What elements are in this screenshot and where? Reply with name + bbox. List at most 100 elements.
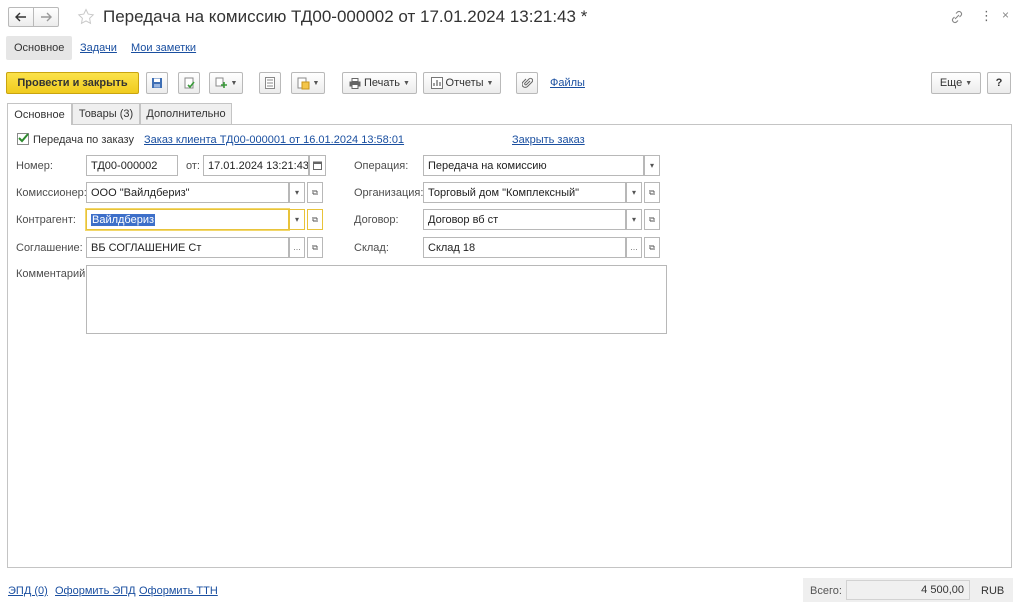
open-icon: ⧉ bbox=[649, 214, 655, 224]
organization-value: Торговый дом "Комплексный" bbox=[428, 186, 580, 199]
contract-value: Договор вб ст bbox=[428, 213, 499, 226]
commissioner-dropdown-button[interactable]: ▾ bbox=[289, 182, 305, 203]
help-button[interactable]: ? bbox=[987, 72, 1011, 94]
contract-dropdown-button[interactable]: ▾ bbox=[626, 209, 642, 230]
number-field[interactable]: ТД00-000002 bbox=[86, 155, 178, 176]
order-checkbox-label: Передача по заказу bbox=[33, 134, 134, 146]
organization-open-button[interactable]: ⧉ bbox=[644, 182, 660, 203]
nav-item-main-label: Основное bbox=[14, 42, 65, 54]
date-label: от: bbox=[186, 160, 200, 172]
star-icon[interactable] bbox=[77, 8, 95, 26]
commissioner-field[interactable]: ООО "Вайлдбериз" bbox=[86, 182, 289, 203]
help-label: ? bbox=[995, 77, 1003, 89]
operation-select[interactable]: Передача на комиссию bbox=[423, 155, 644, 176]
order-checkbox[interactable] bbox=[17, 133, 29, 145]
counterparty-value: Вайлдбериз bbox=[91, 213, 156, 226]
chevron-down-icon: ▼ bbox=[230, 79, 238, 87]
toolbar: Провести и закрыть ▼ ▼ Печать ▼ Отчеты ▼… bbox=[0, 72, 1024, 96]
structure-button[interactable] bbox=[259, 72, 281, 94]
calendar-icon bbox=[313, 161, 322, 170]
create-ttn-link[interactable]: Оформить ТТН bbox=[139, 585, 218, 597]
total-value: 4 500,00 bbox=[921, 584, 964, 596]
print-button[interactable]: Печать ▼ bbox=[342, 72, 417, 94]
close-order-link[interactable]: Закрыть заказ bbox=[512, 134, 585, 146]
currency-label: RUB bbox=[981, 585, 1005, 597]
post-doc-icon bbox=[184, 77, 195, 88]
number-label: Номер: bbox=[16, 160, 53, 172]
files-link[interactable]: Файлы bbox=[550, 77, 585, 89]
epd-link[interactable]: ЭПД (0) bbox=[8, 585, 48, 597]
chevron-down-icon: ▾ bbox=[649, 161, 654, 170]
calendar-button[interactable] bbox=[309, 155, 326, 176]
link-icon[interactable] bbox=[950, 10, 964, 24]
chevron-down-icon: ▼ bbox=[486, 79, 494, 87]
nav-item-tasks[interactable]: Задачи bbox=[80, 42, 117, 54]
tab-additional-label: Дополнительно bbox=[146, 108, 226, 120]
tab-main[interactable]: Основное bbox=[7, 103, 72, 125]
agreement-open-button[interactable]: ⧉ bbox=[307, 237, 323, 258]
open-icon: ⧉ bbox=[312, 242, 318, 252]
chevron-down-icon: ▼ bbox=[312, 79, 320, 87]
warehouse-field[interactable]: Склад 18 bbox=[423, 237, 626, 258]
post-button[interactable] bbox=[178, 72, 200, 94]
back-button[interactable] bbox=[8, 7, 34, 27]
attach-button[interactable] bbox=[516, 72, 538, 94]
create-epd-link[interactable]: Оформить ЭПД bbox=[55, 585, 136, 597]
organization-field[interactable]: Торговый дом "Комплексный" bbox=[423, 182, 626, 203]
date-value: 17.01.2024 13:21:43 bbox=[208, 159, 309, 172]
open-icon: ⧉ bbox=[312, 187, 318, 197]
list-icon bbox=[265, 77, 275, 89]
organization-dropdown-button[interactable]: ▾ bbox=[626, 182, 642, 203]
agreement-value: ВБ СОГЛАШЕНИЕ Ст bbox=[91, 241, 202, 254]
ellipsis-icon: … bbox=[630, 243, 638, 252]
reports-button[interactable]: Отчеты ▼ bbox=[423, 72, 501, 94]
tab-additional[interactable]: Дополнительно bbox=[140, 103, 232, 124]
agreement-field[interactable]: ВБ СОГЛАШЕНИЕ Ст bbox=[86, 237, 289, 258]
chevron-down-icon: ▾ bbox=[294, 188, 299, 197]
report-icon bbox=[430, 77, 443, 89]
agreement-select-button[interactable]: … bbox=[289, 237, 305, 258]
reports-label: Отчеты bbox=[445, 77, 484, 89]
post-and-close-button[interactable]: Провести и закрыть bbox=[6, 72, 139, 94]
open-icon: ⧉ bbox=[649, 242, 655, 252]
save-button[interactable] bbox=[146, 72, 168, 94]
organization-label: Организация: bbox=[354, 187, 424, 199]
paperclip-icon bbox=[521, 77, 533, 88]
contract-open-button[interactable]: ⧉ bbox=[644, 209, 660, 230]
warehouse-value: Склад 18 bbox=[428, 241, 476, 254]
counterparty-dropdown-button[interactable]: ▾ bbox=[289, 209, 305, 230]
tab-goods[interactable]: Товары (3) bbox=[72, 103, 140, 124]
tab-main-label: Основное bbox=[14, 108, 65, 121]
title-bar: Передача на комиссию ТД00-000002 от 17.0… bbox=[0, 0, 1024, 34]
more-vert-icon[interactable]: ⋮ bbox=[980, 8, 993, 24]
commissioner-value: ООО "Вайлдбериз" bbox=[91, 186, 190, 199]
contract-field[interactable]: Договор вб ст bbox=[423, 209, 626, 230]
contract-label: Договор: bbox=[354, 214, 399, 226]
comment-label: Комментарий: bbox=[16, 268, 89, 280]
counterparty-label: Контрагент: bbox=[16, 214, 76, 226]
comment-textarea[interactable] bbox=[86, 265, 667, 334]
close-icon[interactable]: × bbox=[1002, 8, 1009, 22]
warehouse-label: Склад: bbox=[354, 242, 389, 254]
create-based-on-button[interactable]: ▼ bbox=[209, 72, 243, 94]
counterparty-field[interactable]: Вайлдбериз bbox=[86, 209, 289, 230]
related-docs-button[interactable]: ▼ bbox=[291, 72, 325, 94]
chevron-down-icon: ▾ bbox=[294, 215, 299, 224]
date-field[interactable]: 17.01.2024 13:21:43 bbox=[203, 155, 309, 176]
checkmark-icon bbox=[18, 133, 29, 143]
nav-item-notes[interactable]: Мои заметки bbox=[131, 42, 196, 54]
order-link[interactable]: Заказ клиента ТД00-000001 от 16.01.2024 … bbox=[144, 134, 404, 146]
operation-dropdown-button[interactable]: ▾ bbox=[644, 155, 660, 176]
open-icon: ⧉ bbox=[649, 187, 655, 197]
documents-icon bbox=[297, 77, 310, 89]
counterparty-open-button[interactable]: ⧉ bbox=[307, 209, 323, 230]
ellipsis-icon: … bbox=[293, 243, 301, 252]
number-value: ТД00-000002 bbox=[91, 159, 158, 172]
commissioner-open-button[interactable]: ⧉ bbox=[307, 182, 323, 203]
more-button[interactable]: Еще ▼ bbox=[931, 72, 981, 94]
forward-button[interactable] bbox=[33, 7, 59, 27]
warehouse-open-button[interactable]: ⧉ bbox=[644, 237, 660, 258]
arrow-left-icon bbox=[15, 12, 26, 22]
warehouse-select-button[interactable]: … bbox=[626, 237, 642, 258]
print-label: Печать bbox=[364, 77, 401, 89]
